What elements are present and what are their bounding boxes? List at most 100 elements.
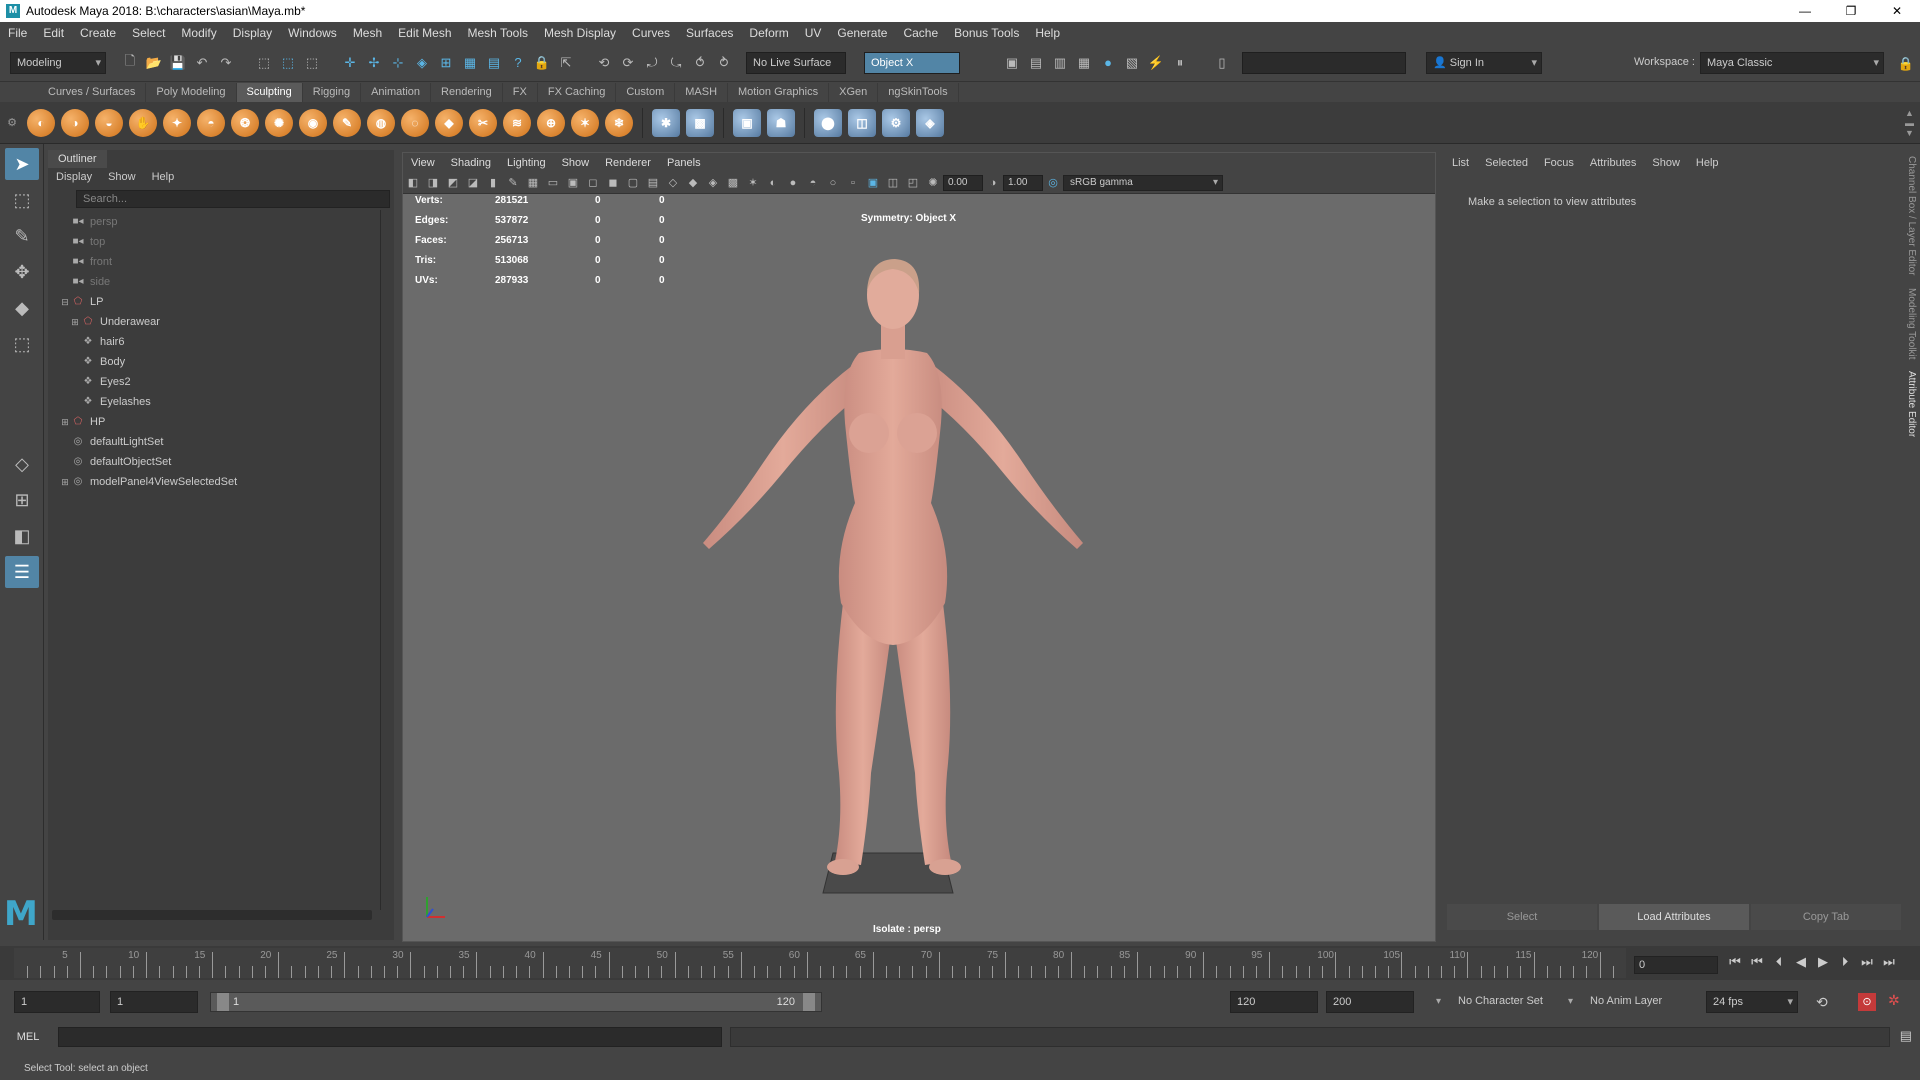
smooth-shade-icon[interactable]: ◆ (685, 175, 701, 191)
outliner-hscrollbar[interactable] (52, 910, 372, 920)
select-component-icon[interactable]: ⬚ (302, 53, 322, 73)
current-frame-field[interactable]: 0 (1634, 956, 1718, 974)
outliner-item[interactable]: ❖ Eyes2 (48, 372, 394, 392)
foamy-tool-icon[interactable]: ❂ (231, 108, 259, 137)
live-surface-field[interactable]: No Live Surface (746, 51, 846, 74)
exposure-field[interactable]: 0.00 (943, 174, 983, 191)
four-view-icon[interactable]: ⊞ (5, 484, 39, 516)
exposure-icon[interactable]: ✺ (925, 175, 941, 191)
outliner-item[interactable]: ❖ hair6 (48, 332, 394, 352)
wireframe-icon[interactable]: ◇ (665, 175, 681, 191)
snap-curve-icon[interactable]: ✢ (364, 53, 384, 73)
input-ops-icon[interactable]: ⟲ (594, 53, 614, 73)
preferences-icon[interactable]: ✲ (1888, 992, 1900, 1009)
save-scene-icon[interactable]: 💾 (168, 53, 188, 73)
render-settings-icon[interactable]: ⥁ (714, 53, 734, 73)
character-set-icon[interactable]: ▾ (1436, 996, 1441, 1007)
tab-modeling-toolkit[interactable]: Modeling Toolkit (1906, 288, 1917, 360)
play-forward-icon[interactable]: ▶ (1812, 954, 1834, 970)
menu-bonus-tools[interactable]: Bonus Tools (946, 26, 1027, 40)
viewport-menu-shading[interactable]: Shading (443, 157, 499, 169)
isolate-select-icon[interactable]: ▣ (865, 175, 881, 191)
attr-menu-attributes[interactable]: Attributes (1582, 157, 1644, 169)
playback-end-field[interactable]: 120 (1230, 991, 1318, 1013)
bookmark-icon[interactable]: ◩ (445, 175, 461, 191)
gamma-field[interactable]: 1.00 (1003, 174, 1043, 191)
wax-tool-icon[interactable]: ◍ (367, 108, 395, 137)
render-settings-window-icon[interactable]: ▦ (1074, 53, 1094, 73)
outliner-menu-help[interactable]: Help (144, 171, 183, 183)
grab-tool-icon[interactable]: ✋ (129, 108, 157, 137)
menu-mesh-display[interactable]: Mesh Display (536, 26, 624, 40)
ssao-icon[interactable]: ● (785, 175, 801, 191)
render-icon[interactable]: ⤿ (666, 53, 686, 73)
flatten-tool-icon[interactable]: ◓ (197, 108, 225, 137)
image-plane-icon[interactable]: ◪ (465, 175, 481, 191)
bulge-tool-icon[interactable]: ⊕ (537, 108, 565, 137)
panel-layout-icon[interactable]: ▯ (1212, 53, 1232, 73)
symmetry-field[interactable]: Object X (864, 51, 960, 74)
snap-view-icon[interactable]: ◈ (412, 53, 432, 73)
tab-channel-box[interactable]: Channel Box / Layer Editor (1906, 156, 1917, 276)
paint-select-icon[interactable]: ✎ (5, 220, 39, 252)
output-ops-icon[interactable]: ⟳ (618, 53, 638, 73)
expand-icon[interactable]: ⊞ (60, 412, 70, 432)
step-back-frame-icon[interactable]: ⏴ (1768, 954, 1790, 970)
menu-create[interactable]: Create (72, 26, 124, 40)
tab-xgen[interactable]: XGen (829, 83, 879, 102)
select-button[interactable]: Select (1447, 904, 1597, 930)
step-forward-key-icon[interactable]: ⏭ (1856, 954, 1878, 970)
relax-tool-icon[interactable]: ◒ (95, 108, 123, 137)
outliner-menu-show[interactable]: Show (100, 171, 144, 183)
copy-tab-button[interactable]: Copy Tab (1751, 904, 1901, 930)
render-setup-icon[interactable]: ▧ (1122, 53, 1142, 73)
outliner-vscrollbar[interactable] (380, 210, 390, 910)
render-view-icon[interactable]: ▣ (1002, 53, 1022, 73)
viewport-menu-view[interactable]: View (403, 157, 443, 169)
attr-menu-focus[interactable]: Focus (1536, 157, 1582, 169)
load-attributes-button[interactable]: Load Attributes (1599, 904, 1749, 930)
go-to-start-icon[interactable]: ⏮ (1724, 954, 1746, 970)
menuset-dropdown[interactable]: Modeling (10, 51, 106, 74)
color-space-dropdown[interactable]: sRGB gamma (1063, 174, 1223, 191)
smear-tool-icon[interactable]: ≋ (503, 108, 531, 137)
outliner-item[interactable]: ❖ Body (48, 352, 394, 372)
new-scene-icon[interactable]: 🗋 (120, 53, 140, 73)
menu-edit-mesh[interactable]: Edit Mesh (390, 26, 459, 40)
tab-poly-modeling[interactable]: Poly Modeling (146, 83, 237, 102)
knife-tool-icon[interactable]: ✂ (469, 108, 497, 137)
lock-icon[interactable]: 🔒 (532, 53, 552, 73)
outliner-item[interactable]: ⊞ ◎ modelPanel4ViewSelectedSet (48, 472, 394, 492)
pinch-tool-icon[interactable]: ✦ (163, 108, 191, 137)
spray-tool-icon[interactable]: ✺ (265, 108, 293, 137)
anim-layer-dropdown[interactable]: No Anim Layer (1584, 991, 1688, 1013)
redo-icon[interactable]: ↷ (216, 53, 236, 73)
aa-icon[interactable]: ○ (825, 175, 841, 191)
motion-blur-icon[interactable]: ◓ (805, 175, 821, 191)
outliner-item[interactable]: ■◂ front (48, 252, 394, 272)
shelf-options-icon[interactable]: ⚙ (0, 116, 24, 129)
attr-menu-selected[interactable]: Selected (1477, 157, 1536, 169)
fps-dropdown[interactable]: 24 fps (1706, 991, 1798, 1013)
expand-icon[interactable]: ⊞ (60, 472, 70, 492)
maximize-button[interactable]: ❐ (1828, 0, 1874, 22)
menu-mesh-tools[interactable]: Mesh Tools (460, 26, 536, 40)
minimize-button[interactable]: — (1782, 0, 1828, 22)
tab-curves-surfaces[interactable]: Curves / Surfaces (38, 83, 147, 102)
lights-icon[interactable]: ✶ (745, 175, 761, 191)
camera-lock-icon[interactable]: ▮ (485, 175, 501, 191)
sculpt-figure-icon[interactable]: ☗ (767, 108, 795, 137)
character-model[interactable] (663, 253, 1123, 933)
xray-icon[interactable]: ▫ (845, 175, 861, 191)
safe-action-icon[interactable]: ▢ (625, 175, 641, 191)
field-chart-icon[interactable]: ◼ (605, 175, 621, 191)
snap-surface-icon[interactable]: ⊞ (436, 53, 456, 73)
attr-menu-help[interactable]: Help (1688, 157, 1727, 169)
shelf-scroll-icon[interactable]: ▲ ▬ ▼ (1905, 108, 1914, 138)
viewport-menu-lighting[interactable]: Lighting (499, 157, 554, 169)
safe-title-icon[interactable]: ▤ (645, 175, 661, 191)
tab-fx-caching[interactable]: FX Caching (538, 83, 617, 102)
xray-components-icon[interactable]: ◰ (905, 175, 921, 191)
sculpt-tool-icon[interactable]: ◐ (27, 108, 55, 137)
color-management-icon[interactable]: ◎ (1045, 175, 1061, 191)
